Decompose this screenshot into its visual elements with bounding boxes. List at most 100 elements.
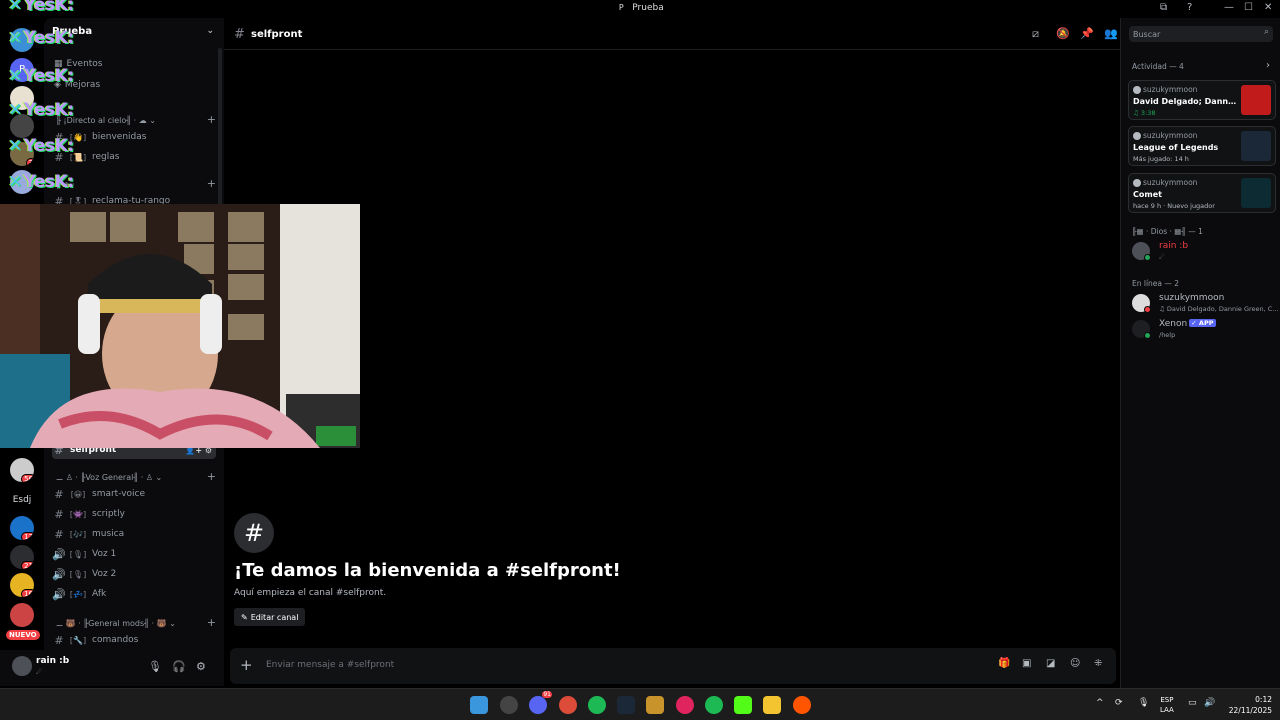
- pin-icon[interactable]: 📌: [1080, 27, 1094, 40]
- search-input[interactable]: [1133, 28, 1253, 40]
- overlay-logo: ✕ YesK:: [8, 172, 74, 192]
- soundcloud-icon[interactable]: [793, 696, 811, 714]
- category-header[interactable]: ⚊ ♙ · ╟Voz General╢ · ♙ ⌄: [56, 473, 162, 482]
- server-icon[interactable]: 16: [10, 573, 34, 597]
- headphones-icon[interactable]: 🎧: [172, 660, 186, 673]
- overlay-logo: ✕ YesK:: [8, 28, 74, 48]
- hash-icon: #: [54, 487, 64, 501]
- start-icon[interactable]: [470, 696, 488, 714]
- activity-card[interactable]: suzukymmoon Comet hace 9 h · Nuevo jugad…: [1128, 173, 1276, 213]
- member-list: ⌕ Actividad — 4 › suzukymmoon David Delg…: [1120, 18, 1280, 694]
- category-header[interactable]: ⚊ 🐻 · ╟General mods╢ · 🐻 ⌄: [56, 619, 176, 628]
- app-icon[interactable]: [646, 696, 664, 714]
- spotify-icon[interactable]: [705, 696, 723, 714]
- speaker-icon: 🔊: [52, 547, 66, 561]
- network-icon[interactable]: ▭: [1188, 698, 1197, 708]
- search-icon: ⌕: [1263, 27, 1269, 37]
- channel-comandos[interactable]: # [🔧] comandos: [52, 631, 216, 649]
- add-channel-icon[interactable]: +: [207, 470, 216, 483]
- role-section-title: ╟▦ · Dios · ▦╢ — 1: [1132, 227, 1203, 236]
- server-header[interactable]: Prueba ⌄: [52, 26, 216, 42]
- members-icon[interactable]: 👥: [1104, 27, 1118, 40]
- member-item[interactable]: rain :b ☄: [1132, 240, 1278, 264]
- emoji-icon[interactable]: ☺: [1070, 658, 1080, 669]
- channel-title: selfpront: [251, 29, 303, 40]
- chevron-down-icon: ⌄: [206, 26, 214, 36]
- avatar: [1132, 242, 1151, 261]
- microphone-icon[interactable]: 🎙: [148, 660, 162, 673]
- apps-icon[interactable]: ⁜: [1094, 658, 1102, 669]
- online-status-icon: [1144, 332, 1151, 339]
- channel-scriptly[interactable]: # [👾] scriptly: [52, 505, 216, 523]
- activity-card[interactable]: suzukymmoon League of Legends Más jugado…: [1128, 126, 1276, 166]
- member-item[interactable]: suzukymmoon ♫ David Delgado, Dannie Gree…: [1132, 292, 1279, 316]
- spotify-icon[interactable]: [588, 696, 606, 714]
- channel-smart-voice[interactable]: # [😀] smart-voice: [52, 485, 216, 503]
- speaker-icon: 🔊: [52, 567, 66, 581]
- minimize-button[interactable]: —: [1224, 2, 1234, 13]
- channel-voz-2[interactable]: 🔊 [🎙] Voz 2: [52, 565, 216, 583]
- avatar: [1133, 132, 1141, 140]
- chevron-right-icon[interactable]: ›: [1266, 60, 1270, 71]
- channel-hash-icon: #: [234, 513, 274, 553]
- screen-share-icon[interactable]: ⧉: [1160, 2, 1167, 13]
- server-icon[interactable]: 56: [10, 458, 34, 482]
- channel-musica[interactable]: # [🎶] musica: [52, 525, 216, 543]
- sticker-icon[interactable]: ◪: [1046, 658, 1055, 669]
- avatar[interactable]: [12, 656, 32, 676]
- settings-icon[interactable]: ⚙: [196, 660, 206, 673]
- discord-icon[interactable]: 91: [529, 691, 552, 714]
- server-icon[interactable]: 17: [10, 516, 34, 540]
- microphone-icon[interactable]: 🎙: [1138, 698, 1149, 708]
- help-icon[interactable]: ?: [1187, 2, 1192, 13]
- app-icon[interactable]: [500, 696, 518, 714]
- webcam-overlay: [0, 204, 360, 448]
- new-badge: NUEVO: [6, 630, 40, 640]
- avatar: [1132, 294, 1151, 313]
- search-box[interactable]: ⌕: [1129, 26, 1273, 42]
- user-status: ☄: [36, 668, 43, 676]
- notifications-icon[interactable]: 🔕: [1056, 27, 1070, 40]
- user-name[interactable]: rain :b: [36, 656, 69, 666]
- avatar: [1133, 86, 1141, 94]
- role-section-title: En línea — 2: [1132, 279, 1180, 288]
- volume-icon[interactable]: 🔊: [1204, 698, 1215, 708]
- close-button[interactable]: ✕: [1264, 2, 1272, 13]
- gift-icon[interactable]: 🎁: [998, 658, 1010, 669]
- chrome-icon[interactable]: [559, 696, 577, 714]
- message-input[interactable]: [266, 656, 966, 674]
- channel-afk[interactable]: 🔊 [💤] Afk: [52, 585, 216, 603]
- game-icon: [1241, 131, 1271, 161]
- file-explorer-icon[interactable]: [763, 696, 781, 714]
- sync-icon[interactable]: ⟳: [1115, 698, 1123, 708]
- clock[interactable]: 0:12 22/11/2025: [1222, 694, 1272, 716]
- add-channel-icon[interactable]: +: [207, 113, 216, 126]
- member-item[interactable]: Xenon ✓ APP /help: [1132, 318, 1278, 342]
- overlay-logo: ✕ YesK:: [8, 66, 74, 86]
- server-icon-esdj[interactable]: Esdj: [6, 488, 38, 512]
- app-icon[interactable]: [676, 696, 694, 714]
- language-indicator[interactable]: ESP LAA: [1160, 695, 1174, 715]
- server-icon[interactable]: 21: [10, 545, 34, 569]
- add-attachment-icon[interactable]: +: [240, 656, 253, 674]
- tray-overflow-icon[interactable]: ^: [1096, 698, 1104, 708]
- server-icon[interactable]: [10, 603, 34, 627]
- channel-bienvenidas[interactable]: # [👋] bienvenidas: [52, 128, 216, 146]
- gif-icon[interactable]: ▣: [1022, 658, 1031, 669]
- kick-icon[interactable]: [734, 696, 752, 714]
- message-composer: + 🎁 ▣ ◪ ☺ ⁜: [230, 648, 1116, 684]
- welcome-title: ¡Te damos la bienvenida a #selfpront!: [234, 560, 621, 581]
- app-badge: ✓ APP: [1189, 319, 1216, 327]
- add-channel-icon[interactable]: +: [207, 177, 216, 190]
- edit-channel-button[interactable]: ✎ Editar canal: [234, 608, 306, 626]
- channel-reglas[interactable]: # [📜] reglas: [52, 148, 216, 166]
- add-channel-icon[interactable]: +: [207, 616, 216, 629]
- channel-voz-1[interactable]: 🔊 [🎙] Voz 1: [52, 545, 216, 563]
- activity-card[interactable]: suzukymmoon David Delgado; Dannie Gre...…: [1128, 80, 1276, 120]
- hash-icon: #: [54, 527, 64, 541]
- steam-icon[interactable]: [617, 696, 635, 714]
- game-icon: [1241, 178, 1271, 208]
- threads-icon[interactable]: ⧄: [1032, 27, 1039, 41]
- maximize-button[interactable]: ☐: [1244, 2, 1253, 13]
- window-title: P Prueba: [0, 3, 1280, 13]
